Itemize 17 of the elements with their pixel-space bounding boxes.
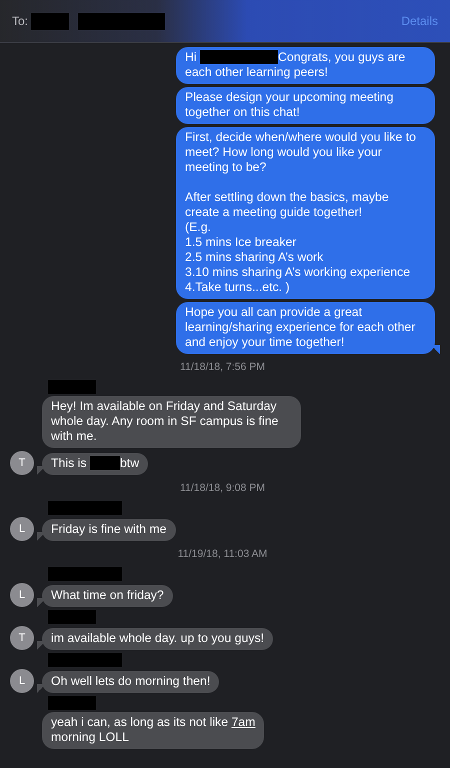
sent-message: First, decide when/where would you like to meet? How long would you like your meeting to be? After settling down the basics, maybe create a meeting guide together! (E.g. 1.5 mins Ice breaker 2.5 mins sharing A’s work 3.10 mins sharing A’s working experience 4.Take turns...etc. ) xyxy=(176,127,435,299)
avatar: T xyxy=(10,626,34,650)
avatar: L xyxy=(10,583,34,607)
redaction-bar xyxy=(31,12,70,30)
received-message: Hey! Im available on Friday and Saturday whole day. Any room in SF campus is fine with me. xyxy=(42,396,301,448)
avatar: T xyxy=(10,451,34,475)
timestamp: 11/18/18, 7:56 PM xyxy=(180,361,266,373)
timestamp: 11/18/18, 9:08 PM xyxy=(180,482,266,494)
avatar: L xyxy=(10,517,34,541)
redaction-bar xyxy=(90,456,120,470)
received-message: yeah i can, as long as its not like 7am morning LOLL xyxy=(42,712,264,749)
avatar: L xyxy=(10,669,34,693)
sent-message: Please design your upcoming meeting together on this chat! xyxy=(176,87,435,124)
sent-message: Hi Congrats, you guys are each other learning peers! xyxy=(176,47,435,84)
link[interactable]: 7am xyxy=(231,715,256,729)
to-label: To: xyxy=(12,14,28,28)
timestamp: 11/19/18, 11:03 AM xyxy=(178,548,268,560)
